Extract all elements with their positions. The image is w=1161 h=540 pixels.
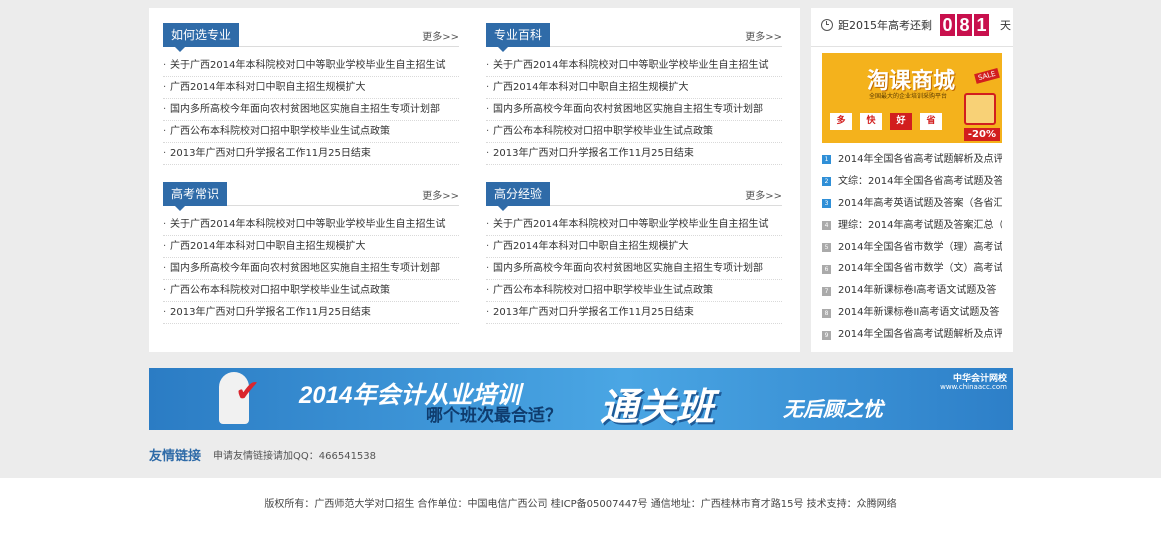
section-exam-basics: 高考常识 更多>> · 关于广西2014年本科院校对口中等职业学校毕业生自主招生试… bbox=[163, 182, 459, 324]
ad-chip: 多 bbox=[830, 113, 852, 130]
section-how-to-choose-major: 如何选专业 更多>> · 关于广西2014年本科院校对口中等职业学校毕业生自主招生… bbox=[163, 23, 459, 165]
banner-course-name: 通关班 bbox=[600, 387, 715, 429]
countdown-digit: 1 bbox=[974, 14, 989, 36]
news-list: · 关于广西2014年本科院校对口中等职业学校毕业生自主招生试 · 广西2014年本… bbox=[486, 55, 782, 165]
list-item[interactable]: · 2013年广西对口升学报名工作11月25日结束 bbox=[486, 302, 782, 324]
sale-tag: SALE bbox=[974, 68, 1000, 84]
section-header: 高分经验 更多>> bbox=[486, 182, 782, 211]
taoke-mall-ad[interactable]: 淘课商城 全国最大的企业培训采购平台 多 快 好 省 SALE -20% bbox=[822, 53, 1002, 143]
ad-chip: 快 bbox=[860, 113, 882, 130]
banner-logo-url: www.chinaacc.com bbox=[940, 383, 1007, 391]
list-item[interactable]: · 广西2014年本科对口中职自主招生规模扩大 bbox=[163, 77, 459, 99]
rank-number: 1 bbox=[822, 155, 831, 165]
list-item[interactable]: · 关于广西2014年本科院校对口中等职业学校毕业生自主招生试 bbox=[163, 214, 459, 236]
list-item[interactable]: 8 2014年新课标卷II高考语文试题及答 bbox=[822, 302, 1002, 324]
friend-links: 友情链接 申请友情链接请加QQ：466541538 bbox=[149, 445, 376, 464]
section-header: 专业百科 更多>> bbox=[486, 23, 782, 52]
banner-slogan: 无后顾之忧 bbox=[783, 397, 883, 421]
list-item[interactable]: · 广西2014年本科对口中职自主招生规模扩大 bbox=[486, 77, 782, 99]
list-item[interactable]: · 广西公布本科院校对口招中职学校毕业生试点政策 bbox=[486, 280, 782, 302]
more-link[interactable]: 更多>> bbox=[745, 28, 782, 43]
list-item[interactable]: · 国内多所高校今年面向农村贫困地区实施自主招生专项计划部 bbox=[486, 258, 782, 280]
friend-links-title: 友情链接 bbox=[149, 449, 202, 464]
section-title[interactable]: 高分经验 bbox=[486, 182, 551, 211]
rank-number: 9 bbox=[822, 330, 831, 340]
discount-badge: -20% bbox=[963, 128, 1000, 141]
list-item[interactable]: · 广西公布本科院校对口招中职学校毕业生试点政策 bbox=[163, 280, 459, 302]
list-item[interactable]: · 2013年广西对口升学报名工作11月25日结束 bbox=[163, 143, 459, 165]
ad-chip: 省 bbox=[920, 113, 942, 130]
list-item[interactable]: · 关于广西2014年本科院校对口中等职业学校毕业生自主招生试 bbox=[486, 214, 782, 236]
countdown-digit: 8 bbox=[957, 14, 972, 36]
list-item[interactable]: · 关于广西2014年本科院校对口中等职业学校毕业生自主招生试 bbox=[486, 55, 782, 77]
accounting-training-banner[interactable]: ✔ 2014年会计从业培训 哪个班次最合适？ 通关班 无后顾之忧 中华会计网校 … bbox=[149, 368, 1013, 430]
list-item[interactable]: 2 文综：2014年全国各省高考试题及答 bbox=[822, 171, 1002, 193]
list-item[interactable]: · 2013年广西对口升学报名工作11月25日结束 bbox=[163, 302, 459, 324]
more-link[interactable]: 更多>> bbox=[745, 187, 782, 202]
news-panel: 如何选专业 更多>> · 关于广西2014年本科院校对口中等职业学校毕业生自主招生… bbox=[149, 8, 800, 352]
rank-number: 8 bbox=[822, 308, 831, 318]
section-major-encyclopedia: 专业百科 更多>> · 关于广西2014年本科院校对口中等职业学校毕业生自主招生试… bbox=[486, 23, 782, 165]
countdown-digits: 0 8 1 bbox=[940, 14, 991, 36]
footer: 版权所有：广西师范大学对口招生 合作单位：中国电信广西公司 桂ICP备05007… bbox=[0, 478, 1161, 540]
exam-countdown: 距2015年高考还剩 0 8 1 天 bbox=[821, 14, 1011, 36]
list-item[interactable]: 4 理综：2014年高考试题及答案汇总（ bbox=[822, 215, 1002, 237]
list-item[interactable]: · 2013年广西对口升学报名工作11月25日结束 bbox=[486, 143, 782, 165]
list-item[interactable]: 7 2014年新课标卷I高考语文试题及答 bbox=[822, 280, 1002, 302]
countdown-label: 距2015年高考还剩 bbox=[838, 19, 932, 32]
news-list: · 关于广西2014年本科院校对口中等职业学校毕业生自主招生试 · 广西2014年本… bbox=[163, 55, 459, 165]
list-item[interactable]: · 广西公布本科院校对口招中职学校毕业生试点政策 bbox=[486, 121, 782, 143]
section-title[interactable]: 如何选专业 bbox=[163, 23, 240, 52]
list-item[interactable]: · 国内多所高校今年面向农村贫困地区实施自主招生专项计划部 bbox=[163, 99, 459, 121]
list-item[interactable]: · 广西公布本科院校对口招中职学校毕业生试点政策 bbox=[163, 121, 459, 143]
shopping-cart-icon bbox=[964, 93, 996, 125]
list-item[interactable]: 3 2014年高考英语试题及答案（各省汇 bbox=[822, 193, 1002, 215]
section-header: 高考常识 更多>> bbox=[163, 182, 459, 211]
ad-chips: 多 快 好 省 bbox=[830, 113, 950, 130]
news-list: · 关于广西2014年本科院校对口中等职业学校毕业生自主招生试 · 广西2014年本… bbox=[486, 214, 782, 324]
checkmark-icon: ✔ bbox=[235, 374, 261, 409]
list-item[interactable]: · 国内多所高校今年面向农村贫困地区实施自主招生专项计划部 bbox=[163, 258, 459, 280]
ad-chip: 好 bbox=[890, 113, 912, 130]
list-item[interactable]: 5 2014年全国各省市数学（理）高考试 bbox=[822, 237, 1002, 259]
rank-number: 5 bbox=[822, 243, 831, 252]
more-link[interactable]: 更多>> bbox=[422, 28, 459, 43]
more-link[interactable]: 更多>> bbox=[422, 187, 459, 202]
list-item[interactable]: · 国内多所高校今年面向农村贫困地区实施自主招生专项计划部 bbox=[486, 99, 782, 121]
countdown-unit: 天 bbox=[1000, 19, 1011, 32]
list-item[interactable]: · 关于广西2014年本科院校对口中等职业学校毕业生自主招生试 bbox=[163, 55, 459, 77]
news-list: · 关于广西2014年本科院校对口中等职业学校毕业生自主招生试 · 广西2014年本… bbox=[163, 214, 459, 324]
rank-number: 4 bbox=[822, 221, 831, 231]
footer-copyright: 版权所有：广西师范大学对口招生 合作单位：中国电信广西公司 桂ICP备05007… bbox=[264, 499, 897, 510]
banner-question: 哪个班次最合适？ bbox=[426, 406, 562, 426]
list-item[interactable]: 9 2014年全国各省高考试题解析及点评 bbox=[822, 324, 1002, 346]
friend-links-text: 申请友情链接请加QQ：466541538 bbox=[213, 451, 377, 462]
sidebar: 距2015年高考还剩 0 8 1 天 淘课商城 全国最大的企业培训采购平台 多 … bbox=[811, 8, 1013, 352]
section-header: 如何选专业 更多>> bbox=[163, 23, 459, 52]
divider bbox=[811, 46, 1013, 47]
rank-number: 6 bbox=[822, 264, 831, 274]
hot-ranking-list: 1 2014年全国各省高考试题解析及点评 2 文综：2014年全国各省高考试题及答 … bbox=[822, 149, 1002, 346]
clock-icon bbox=[821, 19, 833, 31]
countdown-digit: 0 bbox=[940, 14, 955, 36]
section-title[interactable]: 高考常识 bbox=[163, 182, 228, 211]
rank-number: 3 bbox=[822, 199, 831, 209]
section-high-score-experience: 高分经验 更多>> · 关于广西2014年本科院校对口中等职业学校毕业生自主招生试… bbox=[486, 182, 782, 324]
list-item[interactable]: 6 2014年全国各省市数学（文）高考试 bbox=[822, 258, 1002, 280]
section-title[interactable]: 专业百科 bbox=[486, 23, 551, 52]
ad-subtitle: 全国最大的企业培训采购平台 bbox=[869, 93, 948, 100]
list-item[interactable]: 1 2014年全国各省高考试题解析及点评 bbox=[822, 149, 1002, 171]
list-item[interactable]: · 广西2014年本科对口中职自主招生规模扩大 bbox=[163, 236, 459, 258]
rank-number: 2 bbox=[822, 177, 831, 187]
rank-number: 7 bbox=[822, 286, 831, 296]
list-item[interactable]: · 广西2014年本科对口中职自主招生规模扩大 bbox=[486, 236, 782, 258]
